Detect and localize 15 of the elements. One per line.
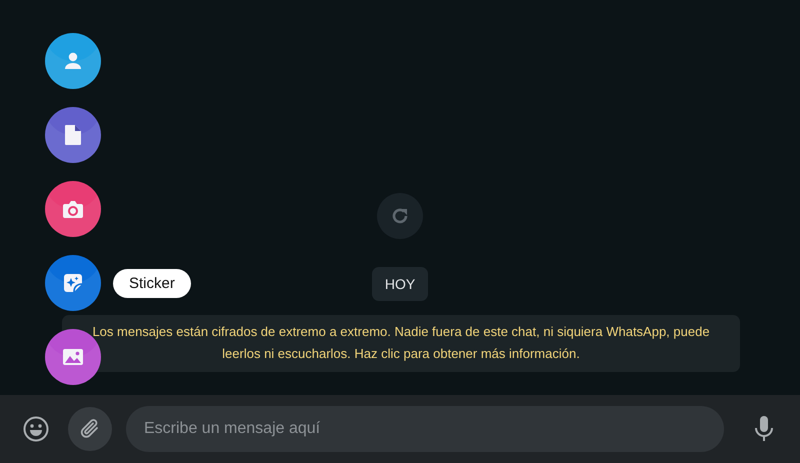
camera-icon xyxy=(62,200,84,218)
document-icon xyxy=(64,124,82,146)
person-icon xyxy=(63,51,83,71)
refresh-button[interactable] xyxy=(377,193,423,239)
tooltip: Sticker xyxy=(113,268,191,298)
message-input[interactable]: Escribe un mensaje aquí xyxy=(126,406,724,452)
refresh-icon xyxy=(390,206,410,226)
date-chip: HOY xyxy=(372,267,428,301)
encryption-notice: Los mensajes están cifrados de extremo a extremo. Nadie fuera de este chat, ni siquiera WhatsApp, puede leerlos ni escucharlos. Haz clic para obtener más información. xyxy=(91,323,711,363)
sticker-icon xyxy=(63,273,83,293)
smiley-icon xyxy=(23,416,49,442)
microphone-icon xyxy=(754,415,774,443)
image-icon xyxy=(62,348,84,366)
encryption-notice-banner[interactable]: Los mensajes están cifrados de extremo a extremo. Nadie fuera de este chat, ni siquiera WhatsApp, puede leerlos ni escucharlos. Haz clic para obtener más información. xyxy=(62,315,740,372)
attach-button[interactable] xyxy=(68,407,112,451)
